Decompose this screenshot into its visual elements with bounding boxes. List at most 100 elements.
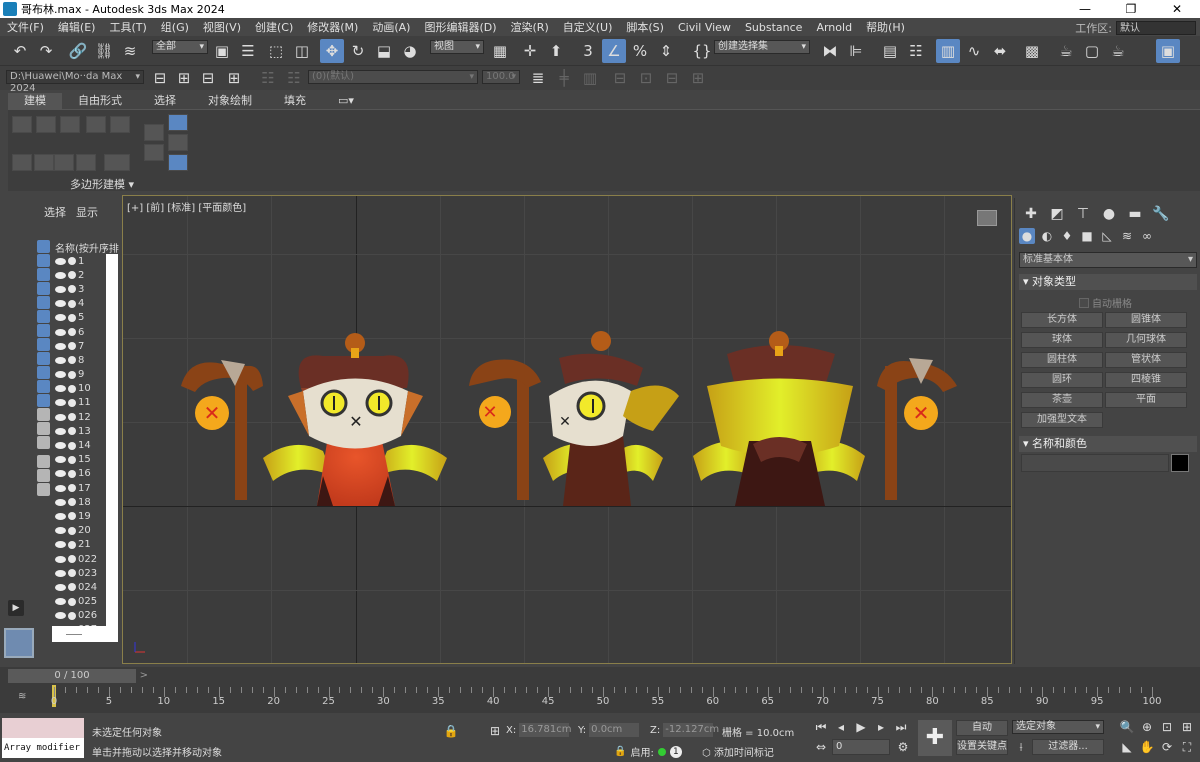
rib-tool5-icon[interactable]	[104, 154, 130, 171]
key-filter-dropdown[interactable]: 选定对象	[1012, 720, 1104, 734]
zoom-all-icon[interactable]: ⊕	[1140, 720, 1154, 734]
rib-side-tool4-icon[interactable]	[168, 154, 188, 171]
align-tool-icon[interactable]: ╪	[552, 66, 576, 90]
visibility-eye-icon[interactable]	[55, 300, 66, 308]
time-config-icon[interactable]: ⚙	[896, 740, 910, 754]
layer-explorer-icon[interactable]: ▤	[878, 39, 902, 63]
primitive-category-dropdown[interactable]: 标准基本体	[1019, 252, 1197, 268]
visibility-eye-icon[interactable]	[55, 442, 66, 450]
rib-side-tool1-icon[interactable]	[144, 124, 164, 141]
layer-manager-icon[interactable]: ☷	[256, 66, 280, 90]
value-field[interactable]: 100.0	[482, 70, 520, 84]
list-item[interactable]: 16	[55, 467, 105, 481]
angle-snap-icon[interactable]: ∠	[602, 39, 626, 63]
find-icon[interactable]	[37, 455, 50, 468]
set-key-big-icon[interactable]: ✚	[918, 720, 952, 756]
info-icon[interactable]: 1	[669, 745, 682, 758]
list-item[interactable]: 023	[55, 566, 105, 580]
project-path-dropdown[interactable]: D:\Huawei\Mo··da Max 2024	[6, 70, 144, 94]
align-icon[interactable]: ⊫	[844, 39, 868, 63]
goto-end-icon[interactable]: ⏭	[894, 720, 908, 734]
filter-none-icon[interactable]	[37, 422, 50, 435]
scene-explorer-footer[interactable]	[52, 626, 106, 642]
menu-tools[interactable]: 工具(T)	[102, 19, 153, 35]
visibility-eye-icon[interactable]	[55, 598, 66, 606]
field-of-view-icon[interactable]: ◣	[1120, 740, 1134, 754]
rib-tool3-icon[interactable]	[54, 154, 74, 171]
scene-explorer-icon[interactable]: ☷	[904, 39, 928, 63]
filter-geometry-icon[interactable]	[37, 240, 50, 253]
current-frame-field[interactable]: 0	[832, 739, 890, 755]
maxscript-listener-input[interactable]	[2, 718, 84, 738]
snaps-toggle-icon[interactable]: 3	[576, 39, 600, 63]
list-item[interactable]: 7	[55, 339, 105, 353]
list-item[interactable]: 5	[55, 311, 105, 325]
filter-helpers-icon[interactable]	[37, 296, 50, 309]
key-tangent-icon[interactable]: ⟊	[1014, 740, 1028, 754]
list-item[interactable]: 022	[55, 552, 105, 566]
menu-scripting[interactable]: 脚本(S)	[619, 19, 671, 35]
freeze-dot-icon[interactable]	[68, 313, 76, 322]
rib-side-tool3-icon[interactable]	[168, 134, 188, 151]
visibility-eye-icon[interactable]	[55, 427, 66, 435]
placement-icon[interactable]: ◕	[398, 39, 422, 63]
object-color-swatch[interactable]	[1171, 454, 1189, 472]
freeze-dot-icon[interactable]	[68, 299, 76, 308]
freeze-dot-icon[interactable]	[68, 498, 76, 507]
object-name-field[interactable]	[1021, 454, 1169, 472]
list-item[interactable]: 6	[55, 325, 105, 339]
visibility-eye-icon[interactable]	[55, 541, 66, 549]
time-slider-handle[interactable]: 0 / 100	[8, 669, 148, 683]
visibility-eye-icon[interactable]	[55, 342, 66, 350]
lock-selection-icon[interactable]: 🔒	[444, 724, 459, 738]
list-item[interactable]: 8	[55, 353, 105, 367]
menu-substance[interactable]: Substance	[738, 21, 810, 34]
select-object-icon[interactable]: ▣	[210, 39, 234, 63]
filter-lights-icon[interactable]	[37, 268, 50, 281]
select-scale-icon[interactable]: ⬓	[372, 39, 396, 63]
render-setup-icon[interactable]: ☕	[1054, 39, 1078, 63]
menu-graph-editors[interactable]: 图形编辑器(D)	[417, 19, 503, 35]
reference-coord-dropdown[interactable]: 视图	[430, 40, 484, 54]
unlink-icon[interactable]: ⛓	[92, 39, 116, 63]
filter-bones-icon[interactable]	[37, 352, 50, 365]
edit-named-sets-icon[interactable]: {}	[690, 39, 714, 63]
visibility-eye-icon[interactable]	[55, 512, 66, 520]
maxscript-output[interactable]: Array modifier m	[2, 738, 84, 758]
pan-icon[interactable]: ✋	[1140, 740, 1155, 754]
sphere-button[interactable]: 球体	[1021, 332, 1103, 348]
freeze-dot-icon[interactable]	[68, 469, 76, 478]
rib-tool4-icon[interactable]	[76, 154, 96, 171]
visibility-eye-icon[interactable]	[55, 385, 66, 393]
freeze-dot-icon[interactable]	[68, 455, 76, 464]
pyramid-button[interactable]: 四棱锥	[1105, 372, 1187, 388]
snapshot-icon[interactable]: ⊟	[608, 66, 632, 90]
named-selection-dropdown[interactable]: 创建选择集	[714, 40, 810, 54]
freeze-dot-icon[interactable]	[68, 441, 76, 450]
auto-grid-checkbox[interactable]: 自动栅格	[1079, 295, 1132, 310]
absolute-mode-icon[interactable]: ⊞	[488, 724, 502, 738]
viewport-layout-icon[interactable]: ▣	[1156, 39, 1180, 63]
shapes-icon[interactable]: ◐	[1039, 228, 1055, 244]
orbit-icon[interactable]: ⟳	[1160, 740, 1174, 754]
freeze-dot-icon[interactable]	[68, 413, 76, 422]
visibility-eye-icon[interactable]	[55, 470, 66, 478]
rect-selection-icon[interactable]: ⬚	[264, 39, 288, 63]
quick-align-icon[interactable]: ⊞	[686, 66, 710, 90]
funnel-icon[interactable]	[37, 469, 50, 482]
pivot-center-icon[interactable]: ▦	[488, 39, 512, 63]
visibility-eye-icon[interactable]	[55, 612, 66, 620]
close-button[interactable]: ✕	[1154, 0, 1200, 18]
freeze-dot-icon[interactable]	[68, 583, 76, 592]
layer-add-icon[interactable]: ☷	[282, 66, 306, 90]
freeze-dot-icon[interactable]	[68, 597, 76, 606]
visibility-eye-icon[interactable]	[55, 569, 66, 577]
freeze-dot-icon[interactable]	[68, 271, 76, 280]
menu-arnold[interactable]: Arnold	[809, 21, 859, 34]
menu-modifiers[interactable]: 修改器(M)	[300, 19, 365, 35]
list-item[interactable]: 20	[55, 524, 105, 538]
ribbon-tab-freeform[interactable]: 自由形式	[62, 93, 138, 109]
ribbon-tab-selection[interactable]: 选择	[138, 93, 192, 109]
list-item[interactable]: 3	[55, 282, 105, 296]
layer-toggle-icon[interactable]	[37, 483, 50, 496]
